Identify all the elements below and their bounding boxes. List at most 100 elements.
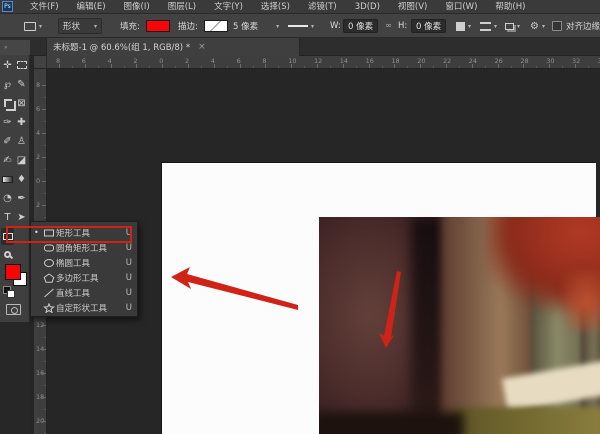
default-colors-icon[interactable] (3, 286, 11, 294)
eraser-tool[interactable]: ◪ (15, 152, 28, 169)
ruler-tick (59, 64, 60, 68)
slice-tool[interactable]: ⊠ (15, 95, 28, 112)
ruler-number: 12 (314, 57, 322, 65)
stroke-label: 描边: (178, 14, 198, 38)
tool-mode-select[interactable]: 形状 ▾ (58, 14, 102, 38)
ruler-tick (485, 66, 486, 68)
ruler-tick (188, 64, 189, 68)
document-tab[interactable]: 未标题-1 @ 60.6%(组 1, RGB/8) * × (46, 38, 300, 56)
chevron-down-icon: ▾ (517, 23, 520, 30)
dodge-tool[interactable]: ◔ (1, 190, 14, 207)
menu-select[interactable]: 选择(S) (252, 0, 299, 14)
quick-select-tool[interactable]: ✎ (15, 76, 28, 93)
height-field[interactable]: 0 像素 (411, 14, 446, 38)
annotation-highlight-box (6, 226, 132, 243)
ruler-tick (562, 66, 563, 68)
stroke-width-value: 5 像素 (233, 20, 258, 32)
ruler-number: 0 (36, 177, 40, 185)
align-edges-option[interactable]: 对齐边缘 (552, 14, 600, 38)
ruler-number: 2 (36, 201, 40, 209)
ruler-number: 14 (340, 57, 348, 65)
ruler-tick (124, 66, 125, 68)
menu-filter[interactable]: 滤镜(T) (299, 0, 346, 14)
width-field[interactable]: 0 像素 (343, 14, 378, 38)
flyout-item-line[interactable]: 直线工具 U (31, 285, 137, 300)
flyout-item-polygon[interactable]: 多边形工具 U (31, 270, 137, 285)
ruler-tick (356, 66, 357, 68)
ruler-tick (394, 64, 395, 68)
menu-layer[interactable]: 图层(L) (159, 0, 205, 14)
path-alignment-icon (480, 22, 491, 31)
photo-red-foliage-2 (564, 272, 600, 332)
chevron-down-icon: ▾ (311, 23, 314, 30)
line-icon (41, 288, 56, 298)
ruler-corner (34, 56, 47, 69)
stroke-style-select[interactable]: ▾ (288, 14, 314, 38)
ruler-tick (330, 66, 331, 68)
brush-tool[interactable]: ✐ (1, 133, 14, 150)
align-edges-checkbox[interactable] (552, 21, 562, 31)
type-tool[interactable]: T (1, 209, 14, 226)
history-brush-tool[interactable]: ✍ (1, 152, 14, 169)
link-dimensions-icon[interactable]: ∞ (385, 14, 392, 38)
panel-collapse-icon[interactable]: » (0, 40, 30, 55)
healing-brush-tool[interactable]: ✚ (15, 114, 28, 131)
geometry-options-button[interactable]: ⚙ ▾ (530, 14, 545, 38)
marquee-tool[interactable] (15, 57, 28, 74)
width-value: 0 像素 (343, 19, 378, 33)
ruler-tick (459, 66, 460, 68)
path-alignment-button[interactable]: ▾ (480, 14, 497, 38)
chevron-down-icon: ▾ (94, 23, 97, 30)
eyedropper-tool[interactable]: ✑ (1, 114, 14, 131)
menu-image[interactable]: 图像(I) (115, 0, 159, 14)
rectangle-preset-icon (24, 22, 36, 31)
path-arrange-button[interactable]: ▾ (505, 14, 520, 38)
ruler-tick (549, 64, 550, 68)
ruler-tick (42, 181, 46, 182)
lasso-tool[interactable]: ℘ (1, 76, 14, 93)
flyout-item-custom-shape[interactable]: 自定形状工具 U (31, 300, 137, 315)
photo-layer-autumn-trees[interactable] (319, 217, 600, 434)
pen-tool[interactable]: ✒ (15, 190, 28, 207)
blur-tool[interactable]: ♦ (15, 171, 28, 188)
menu-edit[interactable]: 编辑(E) (68, 0, 115, 14)
menu-type[interactable]: 文字(Y) (205, 0, 252, 14)
chevron-down-icon: ▾ (468, 23, 471, 30)
menu-file[interactable]: 文件(F) (21, 0, 68, 14)
ruler-number: 28 (520, 57, 528, 65)
clone-stamp-tool[interactable]: ♙ (15, 133, 28, 150)
ruler-tick (98, 66, 99, 68)
flyout-item-ellipse[interactable]: 椭圆工具 U (31, 255, 137, 270)
menu-help[interactable]: 帮助(H) (486, 0, 534, 14)
ruler-tick (42, 157, 46, 158)
stroke-color-swatch[interactable] (204, 14, 228, 38)
stroke-width-select[interactable]: 5 像素 ▾ (233, 14, 279, 38)
quick-mask-icon[interactable] (6, 304, 21, 315)
foreground-color-swatch[interactable] (5, 264, 21, 280)
document-tab-strip: 未标题-1 @ 60.6%(组 1, RGB/8) * × (0, 38, 600, 56)
ruler-number: 2 (36, 153, 40, 161)
gradient-tool[interactable] (1, 171, 14, 188)
ruler-tick (44, 337, 46, 338)
fill-color-swatch[interactable] (146, 14, 170, 38)
zoom-tool[interactable] (1, 247, 14, 264)
flyout-shortcut: U (126, 303, 132, 313)
menu-window[interactable]: 窗口(W) (436, 0, 486, 14)
flyout-label: 椭圆工具 (56, 257, 126, 269)
width-label: W: (330, 14, 341, 38)
menu-view[interactable]: 视图(V) (389, 0, 436, 14)
marquee-icon (17, 61, 27, 69)
close-icon[interactable]: × (198, 42, 206, 52)
ruler-tick (575, 64, 576, 68)
ruler-tick (42, 133, 46, 134)
chevron-down-icon: ▾ (39, 23, 42, 30)
tool-preset-picker[interactable]: ▾ (24, 14, 42, 38)
menu-3d[interactable]: 3D(D) (346, 0, 389, 14)
crop-tool[interactable] (1, 95, 14, 112)
move-tool[interactable]: ✛ (1, 57, 14, 74)
path-operations-button[interactable]: ▾ (456, 14, 471, 38)
path-select-tool[interactable]: ➤ (15, 209, 28, 226)
fill-label: 填充: (120, 14, 140, 38)
document-tab-title: 未标题-1 @ 60.6%(组 1, RGB/8) * (53, 41, 190, 53)
ruler-number: 20 (417, 57, 425, 65)
